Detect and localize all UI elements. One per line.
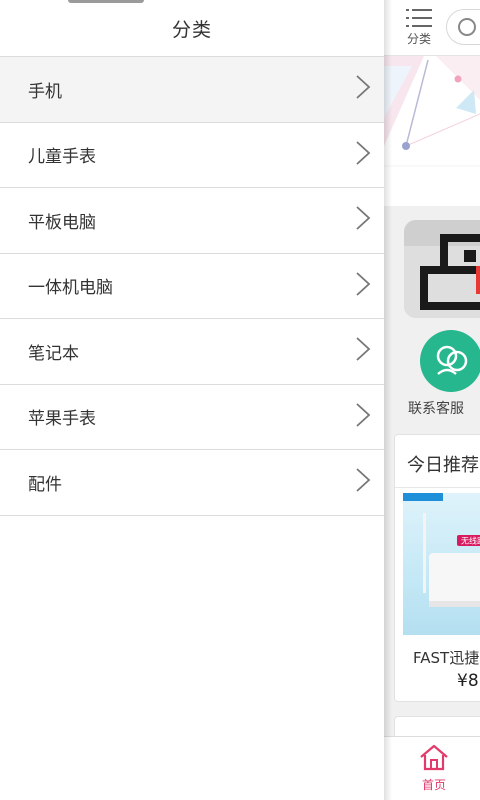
drawer-handle[interactable] <box>68 0 144 3</box>
category-drawer: 分类 手机儿童手表平板电脑一体机电脑笔记本苹果手表配件 <box>0 0 384 800</box>
category-label: 儿童手表 <box>28 147 96 168</box>
category-label: 一体机电脑 <box>28 278 113 299</box>
category-item[interactable]: 笔记本 <box>0 319 384 385</box>
chevron-right-icon <box>354 271 372 301</box>
chevron-right-icon <box>354 205 372 235</box>
category-item[interactable]: 苹果手表 <box>0 385 384 450</box>
today-recommend-card: 今日推荐 无线路 FAST迅捷 ¥8 <box>394 434 480 702</box>
recommend-title: 今日推荐 <box>407 455 479 476</box>
category-item[interactable]: 一体机电脑 <box>0 254 384 319</box>
category-list: 手机儿童手表平板电脑一体机电脑笔记本苹果手表配件 <box>0 57 384 516</box>
product-name[interactable]: FAST迅捷 <box>413 647 479 668</box>
category-item[interactable]: 手机 <box>0 57 384 123</box>
product-tag: 无线路 <box>461 536 480 546</box>
category-label: 笔记本 <box>28 343 79 364</box>
featured-thumbnail[interactable] <box>404 220 480 320</box>
main-page[interactable]: 分类 联系客服 今日推荐 无线 FAST迅捷 ¥8 首页 <box>384 0 480 800</box>
category-label: 苹果手表 <box>28 409 96 430</box>
chevron-right-icon <box>354 140 372 170</box>
promo-banner[interactable] <box>384 56 480 206</box>
product-image[interactable]: 无线路 <box>403 493 480 635</box>
search-input[interactable] <box>446 9 480 45</box>
recommend-divider <box>395 487 480 488</box>
chevron-right-icon <box>354 336 372 366</box>
home-icon <box>418 744 450 775</box>
app-screen: 分类 手机 儿童手表 平板电脑 一体机电脑 笔记本 苹果手表 配件 分类 联系客… <box>0 0 480 800</box>
tab-home-label: 首页 <box>421 778 446 792</box>
featured-image <box>404 220 480 318</box>
category-label: 配件 <box>28 474 62 495</box>
chevron-right-icon <box>354 467 372 497</box>
customer-service-label: 联系客服 <box>408 401 464 417</box>
category-menu-button[interactable]: 分类 <box>400 8 438 52</box>
chevron-right-icon <box>354 74 372 104</box>
menu-label: 分类 <box>406 32 431 46</box>
category-item[interactable]: 配件 <box>0 450 384 516</box>
category-label: 手机 <box>28 81 62 102</box>
list-menu-icon <box>400 8 438 28</box>
product-price: ¥8 <box>457 671 479 691</box>
drawer-header: 分类 <box>0 0 384 57</box>
category-item[interactable]: 平板电脑 <box>0 188 384 254</box>
category-label: 平板电脑 <box>28 212 96 233</box>
chevron-right-icon <box>354 402 372 432</box>
bottom-tab-bar: 首页 <box>384 736 480 800</box>
tab-home[interactable]: 首页 <box>414 743 454 793</box>
drawer-title: 分类 <box>171 18 212 41</box>
customer-service-icon <box>420 330 480 392</box>
customer-service-entry[interactable]: 联系客服 <box>408 330 480 418</box>
category-item[interactable]: 儿童手表 <box>0 123 384 188</box>
top-bar: 分类 <box>384 0 480 56</box>
